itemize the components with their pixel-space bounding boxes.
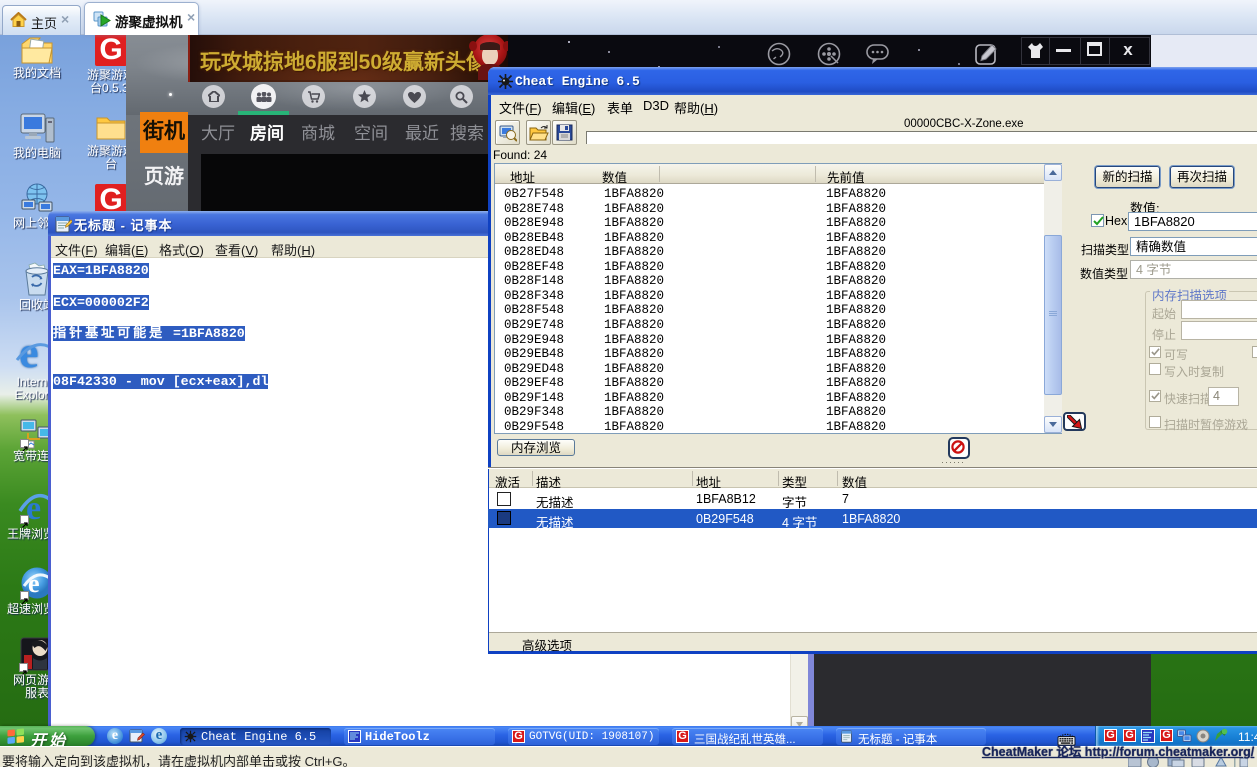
svg-text:e: e <box>28 569 40 598</box>
